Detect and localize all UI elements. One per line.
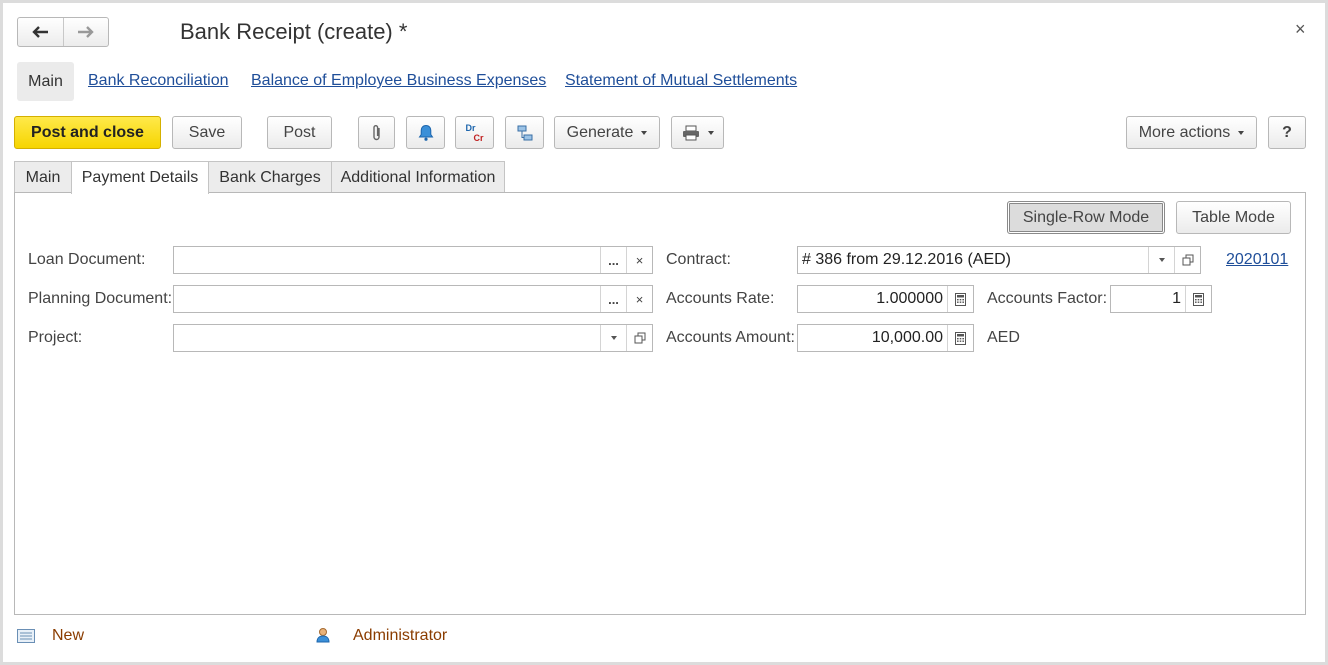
forward-button[interactable] xyxy=(62,18,109,46)
chevron-down-icon xyxy=(1238,130,1245,135)
help-button[interactable]: ? xyxy=(1268,116,1306,149)
project-value[interactable] xyxy=(174,325,600,351)
chevron-down-icon xyxy=(707,130,714,135)
bell-icon xyxy=(418,124,433,141)
attach-button[interactable] xyxy=(358,116,395,149)
more-actions-button[interactable]: More actions xyxy=(1126,116,1257,149)
hierarchy-icon xyxy=(517,125,532,140)
project-field[interactable] xyxy=(173,324,653,352)
calculator-button[interactable] xyxy=(947,325,973,351)
calculator-button[interactable] xyxy=(947,286,973,312)
nav-link-employee-expenses[interactable]: Balance of Employee Business Expenses xyxy=(251,72,546,90)
chevron-down-icon xyxy=(1158,258,1165,262)
arrow-left-icon xyxy=(32,26,49,38)
generate-button[interactable]: Generate xyxy=(554,116,660,149)
tab-additional-information[interactable]: Additional Information xyxy=(331,161,505,193)
chevron-down-icon xyxy=(610,336,617,340)
loan-document-field[interactable]: ... × xyxy=(173,246,653,274)
loan-document-value[interactable] xyxy=(174,247,600,273)
accounts-factor-field[interactable]: 1 xyxy=(1110,285,1212,313)
currency-label: AED xyxy=(987,329,1020,346)
form-title: Bank Receipt (create) * xyxy=(180,19,408,44)
planning-document-field[interactable]: ... × xyxy=(173,285,653,313)
accounts-amount-label: Accounts Amount: xyxy=(666,329,795,346)
dropdown-button[interactable] xyxy=(1148,247,1174,273)
accounts-rate-label: Accounts Rate: xyxy=(666,290,775,307)
arrow-right-icon xyxy=(77,26,94,38)
nav-main-item[interactable]: Main xyxy=(17,62,74,101)
clear-icon[interactable]: × xyxy=(626,247,652,273)
paperclip-icon xyxy=(372,124,380,140)
tab-bank-charges[interactable]: Bank Charges xyxy=(208,161,332,193)
open-window-icon xyxy=(634,332,645,344)
calculator-icon xyxy=(955,292,966,306)
tab-payment-details[interactable]: Payment Details xyxy=(71,161,209,194)
contract-field[interactable]: # 386 from 29.12.2016 (AED) xyxy=(797,246,1201,274)
loan-document-label: Loan Document: xyxy=(28,251,146,268)
close-icon[interactable]: × xyxy=(1295,19,1306,40)
cr-label: Cr xyxy=(473,132,484,143)
open-window-icon xyxy=(1182,254,1193,266)
document-status-icon xyxy=(17,629,35,643)
project-label: Project: xyxy=(28,329,83,346)
accounts-amount-value[interactable]: 10,000.00 xyxy=(798,325,947,351)
calculator-icon xyxy=(955,331,966,345)
post-and-close-button[interactable]: Post and close xyxy=(14,116,161,149)
chevron-down-icon xyxy=(641,130,648,135)
status-text: New xyxy=(52,627,85,644)
generate-label: Generate xyxy=(566,123,634,141)
more-actions-label: More actions xyxy=(1138,123,1231,141)
history-nav xyxy=(17,17,109,47)
accounts-factor-value[interactable]: 1 xyxy=(1111,286,1185,312)
dropdown-button[interactable] xyxy=(600,325,626,351)
contract-code-link[interactable]: 2020101 xyxy=(1226,251,1288,269)
contract-label: Contract: xyxy=(666,251,731,268)
single-row-mode-button[interactable]: Single-Row Mode xyxy=(1007,201,1165,234)
user-icon xyxy=(316,628,330,643)
nav-link-bank-reconciliation[interactable]: Bank Reconciliation xyxy=(88,72,229,90)
calculator-button[interactable] xyxy=(1185,286,1211,312)
contract-value[interactable]: # 386 from 29.12.2016 (AED) xyxy=(798,247,1148,273)
table-mode-button[interactable]: Table Mode xyxy=(1176,201,1291,234)
open-button[interactable] xyxy=(626,325,652,351)
nav-link-mutual-settlements[interactable]: Statement of Mutual Settlements xyxy=(565,72,797,90)
accounts-factor-label: Accounts Factor: xyxy=(987,290,1108,307)
calculator-icon xyxy=(1193,292,1204,306)
print-button[interactable] xyxy=(671,116,724,149)
back-button[interactable] xyxy=(18,18,63,46)
printer-icon xyxy=(682,125,699,140)
reminder-button[interactable] xyxy=(406,116,445,149)
select-button[interactable]: ... xyxy=(600,286,626,312)
clear-icon[interactable]: × xyxy=(626,286,652,312)
dr-cr-button[interactable]: Dr Cr xyxy=(455,116,494,149)
dr-label: Dr xyxy=(465,122,476,133)
save-button[interactable]: Save xyxy=(172,116,242,149)
planning-document-label: Planning Document: xyxy=(28,290,173,307)
accounts-amount-field[interactable]: 10,000.00 xyxy=(797,324,974,352)
tab-main[interactable]: Main xyxy=(14,161,72,193)
post-button[interactable]: Post xyxy=(267,116,332,149)
select-button[interactable]: ... xyxy=(600,247,626,273)
open-button[interactable] xyxy=(1174,247,1200,273)
author-text: Administrator xyxy=(353,627,448,644)
planning-document-value[interactable] xyxy=(174,286,600,312)
accounts-rate-field[interactable]: 1.000000 xyxy=(797,285,974,313)
structure-button[interactable] xyxy=(505,116,544,149)
accounts-rate-value[interactable]: 1.000000 xyxy=(798,286,947,312)
